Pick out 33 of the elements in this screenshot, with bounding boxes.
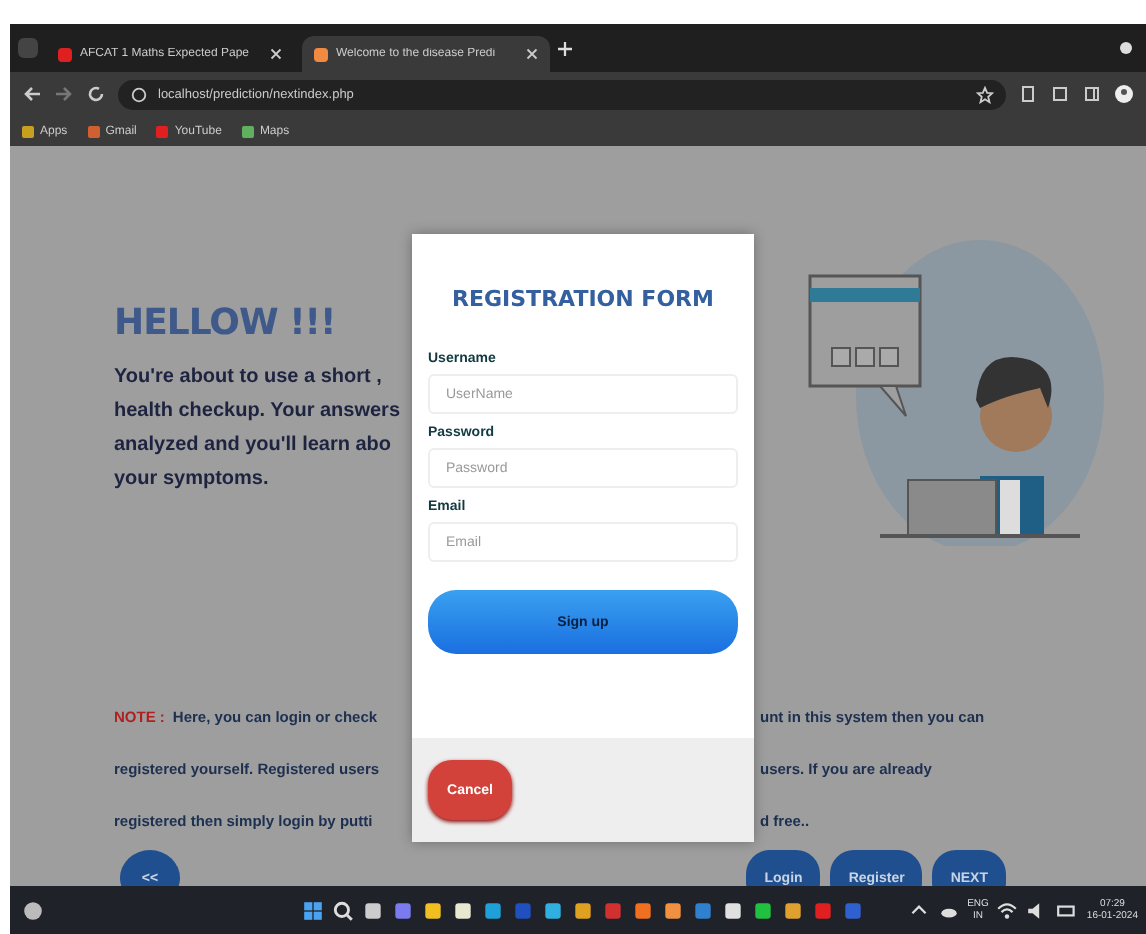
app-icon[interactable] bbox=[781, 899, 804, 921]
favicon-icon bbox=[58, 47, 72, 61]
app-icon[interactable] bbox=[541, 899, 564, 921]
app-icon[interactable] bbox=[421, 899, 444, 921]
intro-text: your symptoms. bbox=[114, 465, 269, 493]
close-icon[interactable] bbox=[270, 48, 282, 60]
sidebar-icon[interactable] bbox=[1082, 84, 1102, 104]
app-icon[interactable] bbox=[751, 899, 774, 921]
search-icon[interactable] bbox=[331, 899, 354, 921]
reload-icon[interactable] bbox=[86, 84, 106, 104]
app-icon[interactable] bbox=[361, 899, 384, 921]
app-icon[interactable] bbox=[661, 899, 684, 921]
wifi-icon[interactable] bbox=[996, 899, 1019, 921]
app-icon[interactable] bbox=[631, 899, 654, 921]
close-icon[interactable] bbox=[526, 48, 538, 60]
new-tab-icon[interactable] bbox=[558, 41, 572, 55]
app-icon[interactable] bbox=[571, 899, 594, 921]
back-icon[interactable] bbox=[22, 84, 42, 104]
intro-text: analyzed and you'll learn abo bbox=[114, 431, 392, 459]
greeting-heading: HELLOW !!! bbox=[114, 302, 336, 347]
site-info-icon[interactable] bbox=[130, 85, 148, 103]
intro-text: health checkup. Your answers bbox=[114, 397, 401, 425]
intro-text: You're about to use a short , bbox=[114, 363, 382, 391]
app-icon[interactable] bbox=[481, 899, 504, 921]
app-icon[interactable] bbox=[451, 899, 474, 921]
app-icon[interactable] bbox=[721, 899, 744, 921]
favicon-icon bbox=[314, 47, 328, 61]
avatar-icon[interactable] bbox=[1114, 84, 1134, 104]
forward-icon[interactable] bbox=[54, 84, 74, 104]
profile-icon[interactable] bbox=[1118, 40, 1134, 56]
star-icon[interactable] bbox=[976, 85, 994, 103]
start-icon[interactable] bbox=[301, 899, 324, 921]
dialog-title: REGISTRATION FORM bbox=[450, 286, 716, 312]
